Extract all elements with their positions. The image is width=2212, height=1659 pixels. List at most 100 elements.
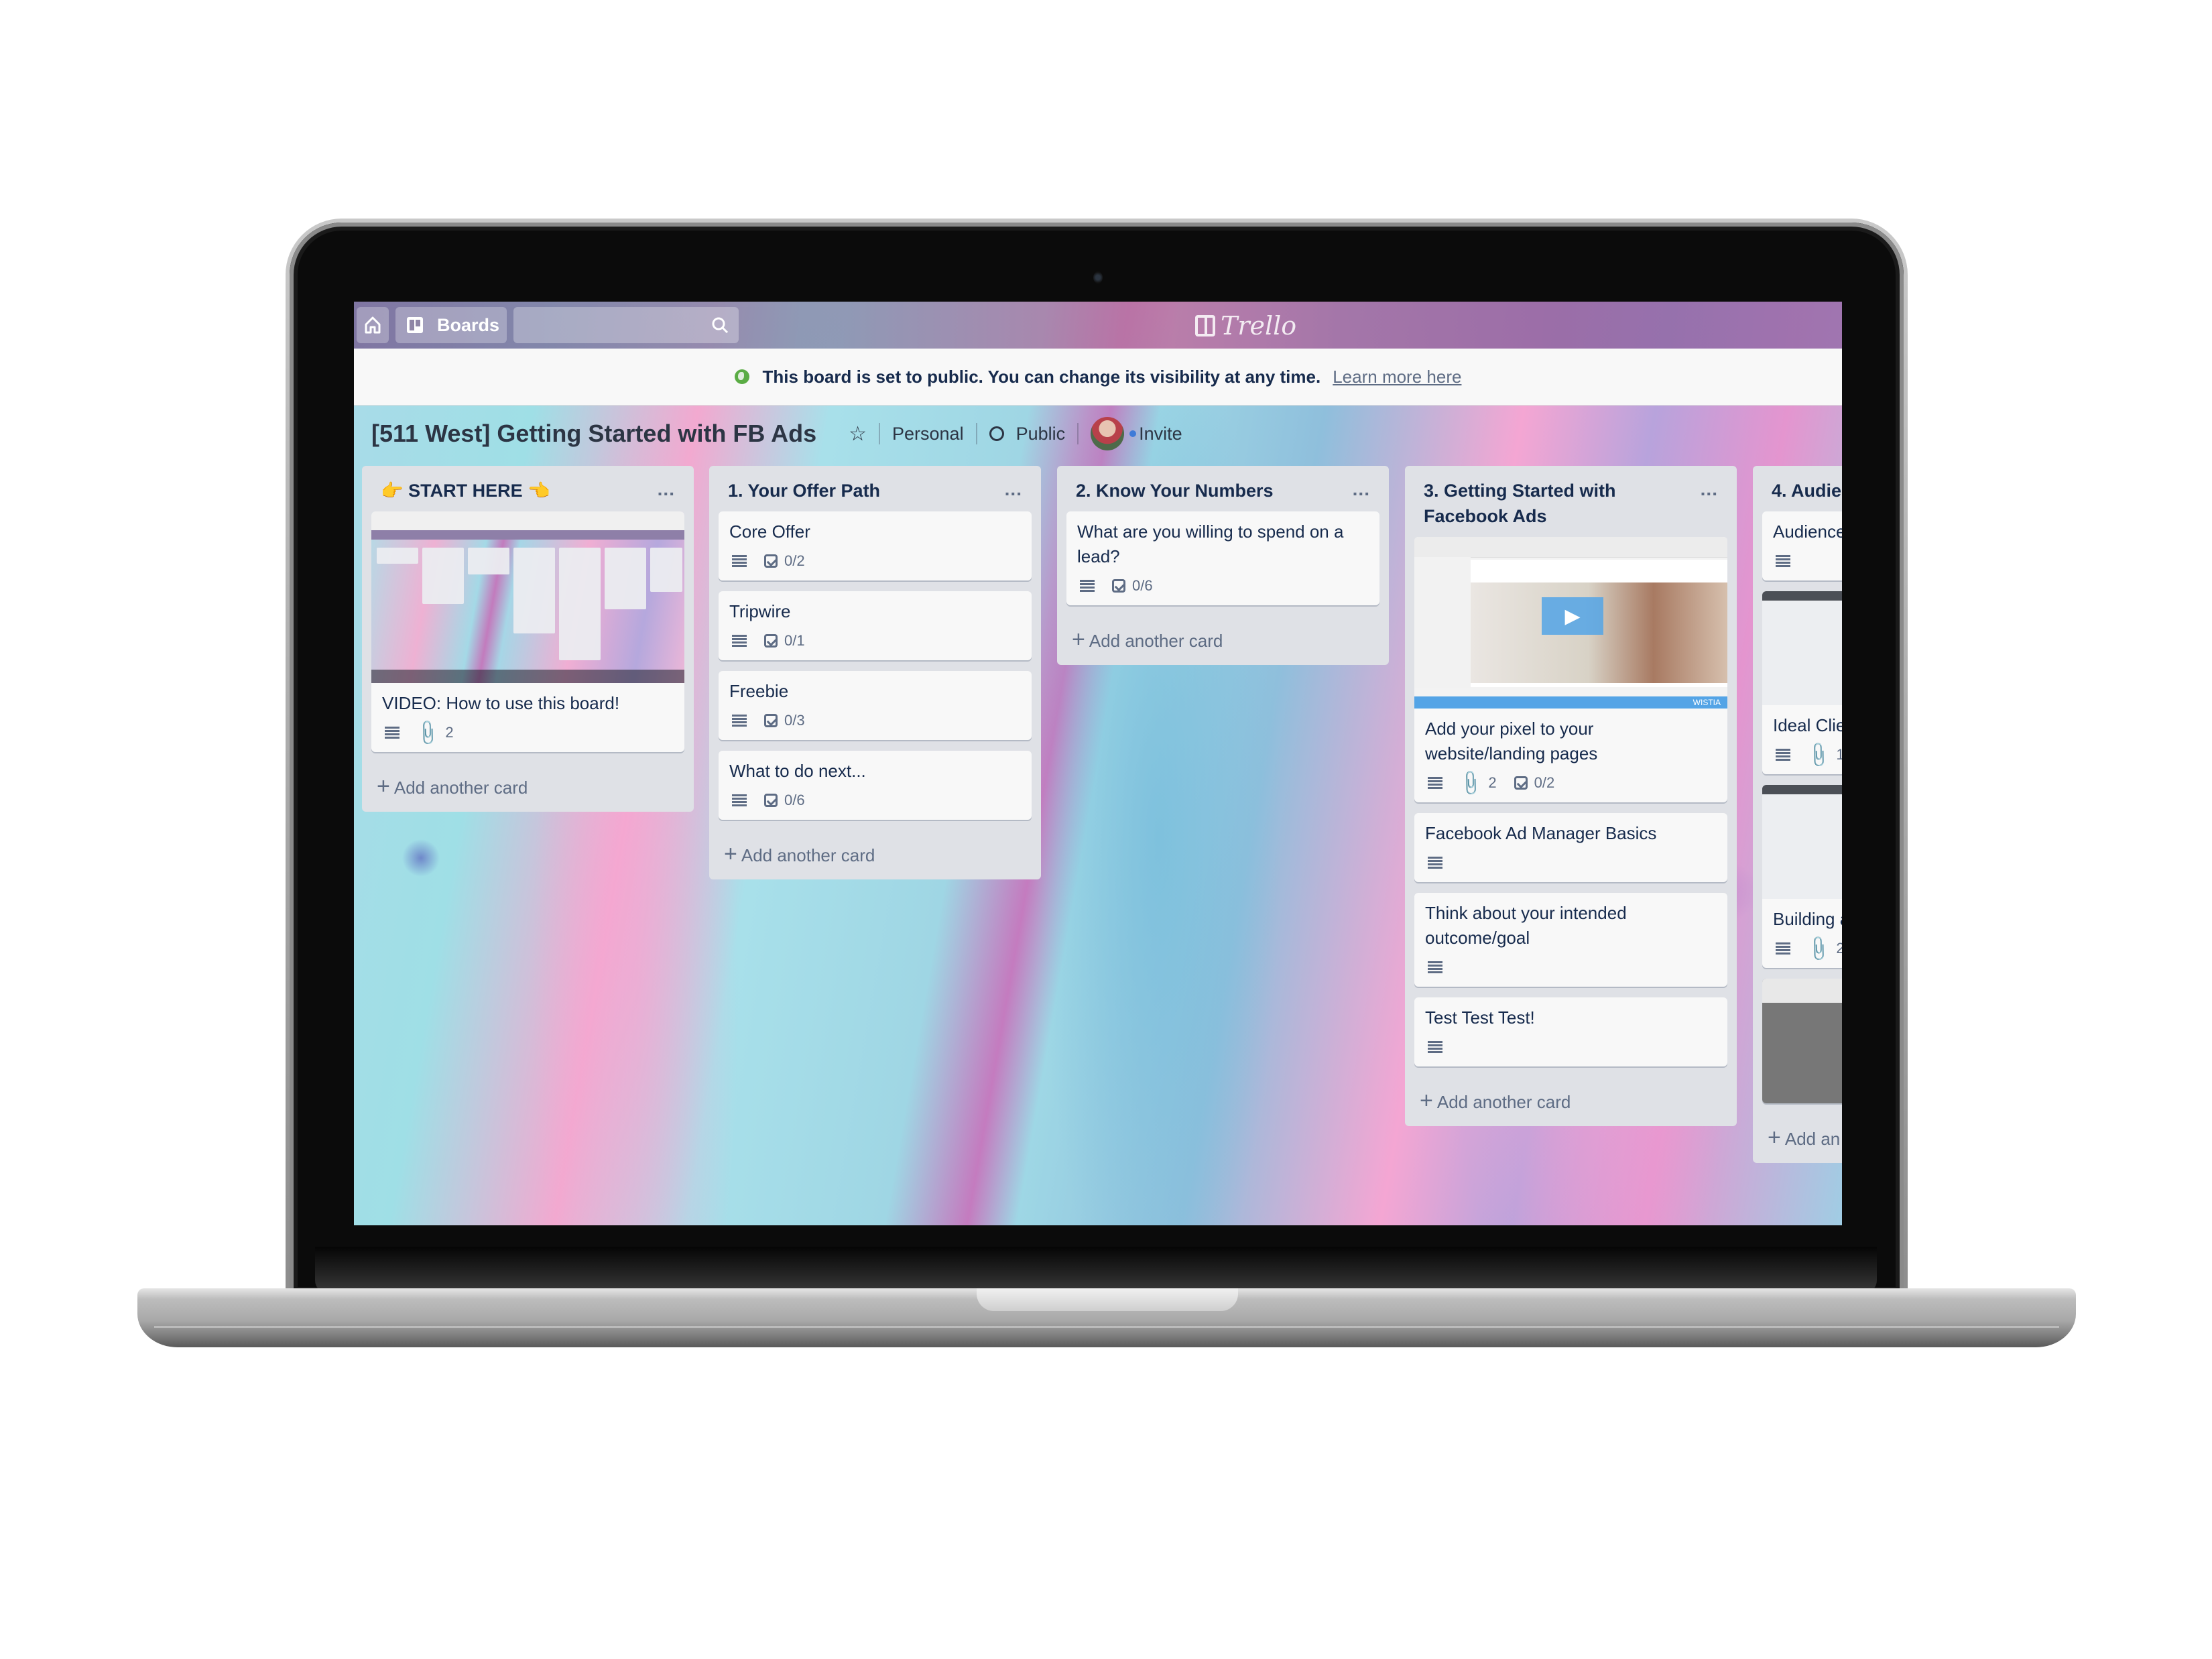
list-card[interactable]: Test Test Test! [1414, 997, 1727, 1066]
list-card[interactable]: Audience [1762, 511, 1842, 580]
visibility-globe-icon [989, 426, 1004, 441]
card-cover-ads-manager [1762, 785, 1842, 899]
description-icon [1776, 749, 1790, 761]
list-card[interactable]: Think about your intended outcome/goal [1414, 893, 1727, 987]
list-card[interactable]: Tripwire 0/1 [719, 591, 1032, 660]
add-card-label: Add another card [1089, 631, 1223, 651]
laptop-lid-notch [977, 1288, 1238, 1311]
laptop-hinge [315, 1247, 1877, 1294]
board-header: [511 West] Getting Started with FB Ads ☆… [354, 405, 1842, 463]
card-cover-audiences-screenshot [1762, 979, 1842, 1103]
attachment-icon: 📎 [1804, 933, 1834, 963]
card-cover-ads-manager [1762, 591, 1842, 705]
play-icon[interactable]: ▶ [1542, 597, 1603, 635]
description-icon [1776, 942, 1790, 955]
checklist-icon [1112, 579, 1125, 593]
attachment-icon: 📎 [1456, 767, 1486, 798]
add-card-button[interactable]: + Add another card [719, 831, 1032, 870]
add-card-button[interactable]: + Add an [1762, 1114, 1842, 1154]
description-icon [1428, 961, 1442, 973]
card-title: VIDEO: How to use this board! [382, 693, 620, 713]
list-header[interactable]: 3. Getting Started with Facebook Ads ... [1414, 466, 1727, 537]
list-title: 4. Audien [1772, 481, 1842, 501]
checklist-icon [1514, 776, 1528, 790]
trello-logo[interactable]: Trello [1195, 311, 1296, 341]
star-icon[interactable]: ☆ [849, 422, 867, 446]
attachment-icon: 📎 [413, 717, 443, 747]
list-card[interactable]: Core Offer 0/2 [719, 511, 1032, 580]
list-card[interactable]: VIDEO: How to use this board! 📎 2 [371, 511, 684, 752]
list-card[interactable]: ▶ WISTIA Add your pixel to your website/… [1414, 537, 1727, 802]
plus-icon: + [1072, 627, 1085, 652]
boards-button[interactable]: Boards [395, 307, 507, 343]
plus-icon: + [724, 841, 737, 867]
plus-icon: + [1420, 1088, 1433, 1113]
card-title: Tripwire [729, 601, 791, 621]
description-icon [732, 555, 747, 567]
list-getting-started-fb-ads: 3. Getting Started with Facebook Ads ...… [1405, 466, 1737, 1126]
board-title[interactable]: [511 West] Getting Started with FB Ads [371, 420, 816, 448]
list-card[interactable]: Freebie 0/3 [719, 671, 1032, 740]
card-cover-wistia-video: ▶ WISTIA [1414, 537, 1727, 709]
video-controls[interactable] [371, 670, 684, 683]
add-card-button[interactable]: + Add another card [1414, 1077, 1727, 1117]
card-title: Building a Facebook [1773, 909, 1842, 929]
description-icon [732, 794, 747, 806]
add-card-label: Add another card [1436, 1092, 1571, 1112]
laptop-base-edge [154, 1326, 2059, 1328]
list-header[interactable]: 2. Know Your Numbers ... [1066, 466, 1379, 511]
wistia-controls[interactable]: WISTIA [1414, 696, 1727, 709]
description-icon [385, 727, 400, 739]
learn-more-link[interactable]: Learn more here [1333, 367, 1461, 387]
globe-icon [734, 369, 749, 384]
card-title: Think about your intended outcome/goal [1425, 903, 1627, 948]
list-card[interactable]: Building a Facebook 📎2 [1762, 785, 1842, 968]
attachment-icon: 📎 [1804, 739, 1834, 770]
list-header[interactable]: 👉 START HERE 👈 ... [371, 466, 684, 511]
top-nav-bar: Boards Trello [354, 302, 1842, 349]
list-header[interactable]: 4. Audien [1762, 466, 1842, 511]
checklist-count: 0/6 [784, 792, 805, 808]
description-icon [732, 635, 747, 647]
list-card[interactable]: What to do next... 0/6 [719, 751, 1032, 820]
checklist-icon [764, 634, 778, 648]
team-button[interactable]: Personal [892, 424, 964, 444]
card-title: What are you willing to spend on a lead? [1077, 521, 1344, 566]
webcam [1093, 271, 1103, 284]
member-avatar[interactable] [1091, 417, 1125, 450]
list-card[interactable]: What are you willing to spend on a lead?… [1066, 511, 1379, 605]
checklist-icon [764, 554, 778, 568]
card-cover-video-thumbnail [371, 511, 684, 683]
attachment-count: 1 [1836, 746, 1842, 763]
checklist-count: 0/6 [1132, 577, 1153, 594]
visibility-button[interactable]: Public [1016, 424, 1066, 444]
card-title: What to do next... [729, 761, 866, 781]
attachment-count: 2 [1488, 774, 1497, 791]
description-icon [732, 715, 747, 727]
list-menu-button[interactable]: ... [1005, 477, 1022, 502]
card-title: Test Test Test! [1425, 1007, 1535, 1028]
description-icon [1428, 777, 1442, 789]
invite-button[interactable]: Invite [1139, 424, 1182, 444]
checklist-count: 0/1 [784, 632, 805, 649]
board-icon [407, 317, 423, 333]
list-title: 👉 START HERE 👈 [381, 481, 550, 501]
list-menu-button[interactable]: ... [1701, 477, 1718, 502]
list-title: 1. Your Offer Path [728, 481, 881, 501]
home-icon [365, 316, 381, 334]
add-card-button[interactable]: + Add another card [1066, 616, 1379, 656]
plus-icon: + [377, 774, 390, 799]
list-card[interactable]: Facebook Ad Manager Basics [1414, 813, 1727, 882]
description-icon [1776, 555, 1790, 567]
list-header[interactable]: 1. Your Offer Path ... [719, 466, 1032, 511]
list-card[interactable]: Ideal Clie 📎 1 [1762, 591, 1842, 774]
home-button[interactable] [357, 307, 389, 343]
wistia-label: WISTIA [1693, 698, 1721, 707]
list-card[interactable] [1762, 979, 1842, 1103]
list-menu-button[interactable]: ... [1353, 477, 1370, 502]
card-title: Core Offer [729, 521, 810, 542]
list-menu-button[interactable]: ... [658, 477, 675, 502]
add-card-button[interactable]: + Add another card [371, 763, 684, 802]
attachment-count: 2 [1836, 940, 1842, 957]
search-input[interactable] [513, 307, 739, 343]
